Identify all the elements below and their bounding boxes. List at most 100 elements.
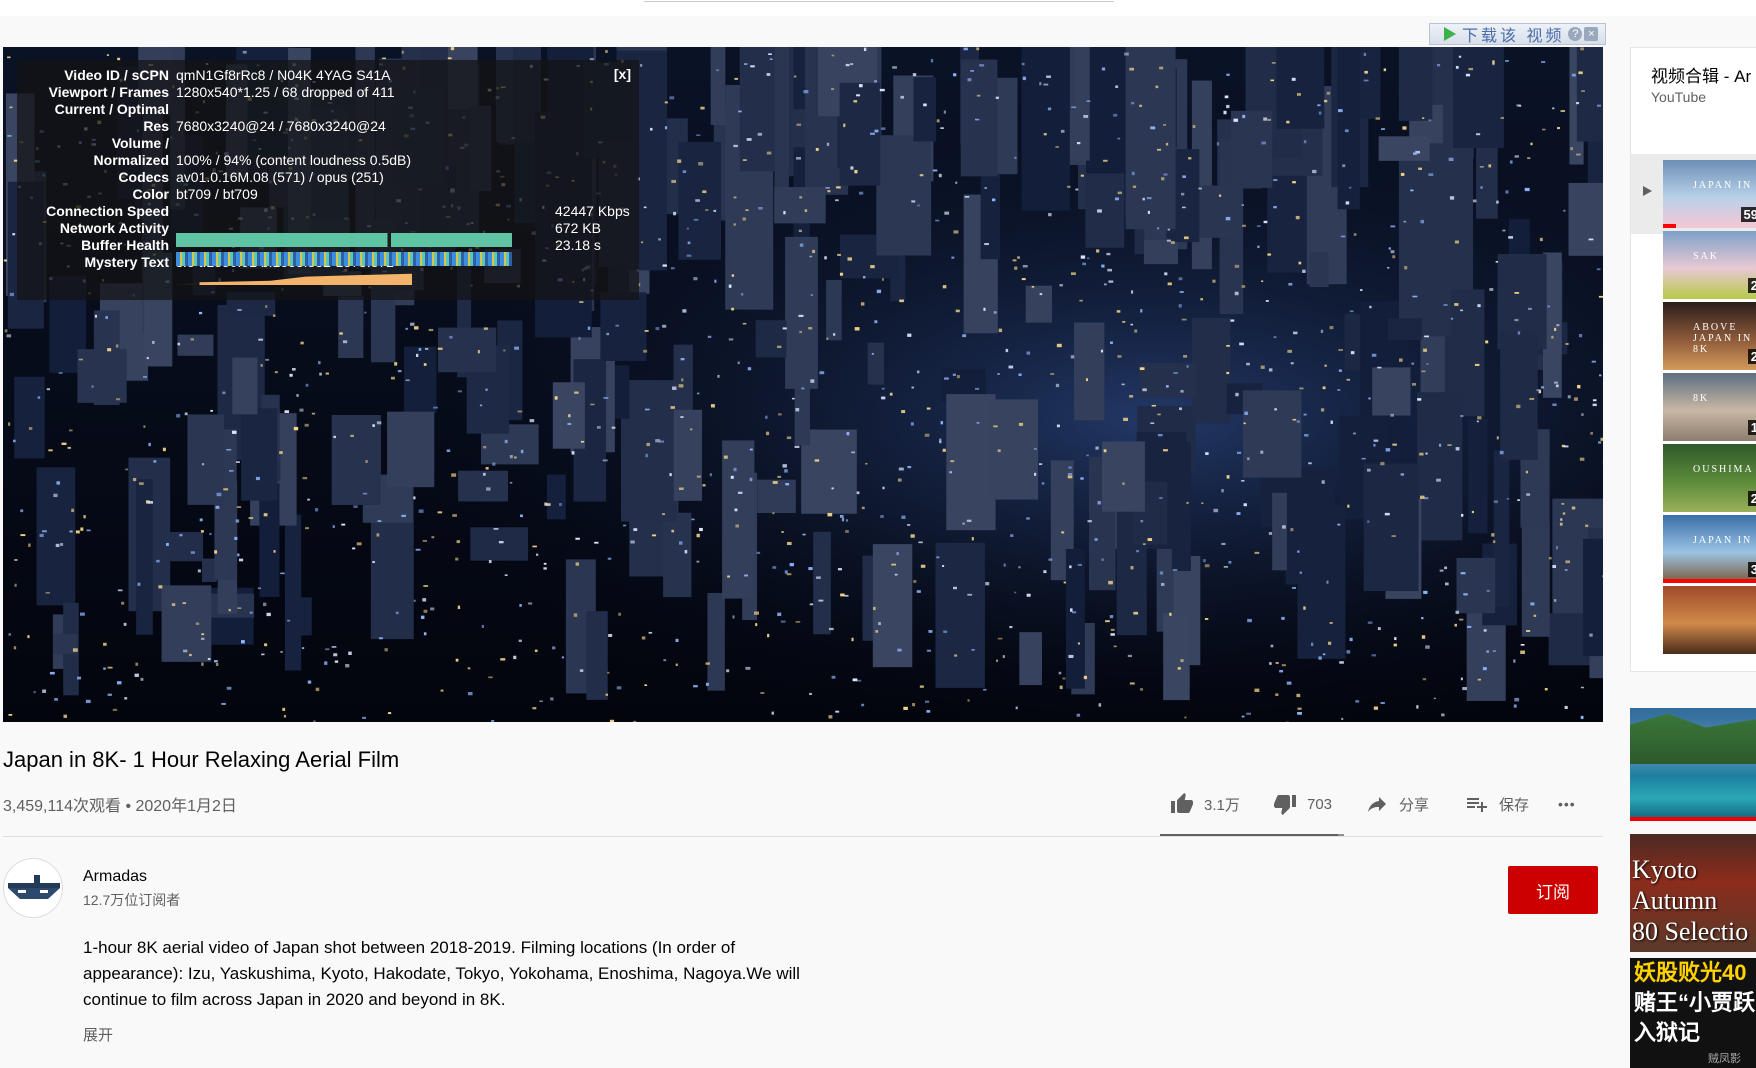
window-light — [67, 446, 71, 449]
window-light — [14, 558, 18, 561]
window-light — [319, 372, 322, 376]
window-light — [831, 675, 836, 679]
related-video-ad-thumbnail[interactable]: 妖股败光40 赌王“小贾跃 入狱记 贼凤影 — [1630, 958, 1756, 1068]
playlist-item-thumbnail[interactable]: ABOVE JAPAN IN 8K2 — [1663, 302, 1756, 370]
window-light — [911, 200, 916, 203]
window-light — [1034, 472, 1037, 476]
subscribe-button[interactable]: 订阅 — [1508, 866, 1598, 914]
save-button[interactable]: 保存 — [1465, 790, 1529, 818]
more-actions-icon[interactable]: ••• — [1558, 790, 1576, 818]
window-light — [1292, 586, 1296, 589]
search-box-edge[interactable] — [644, 0, 1114, 2]
related-video-lake-thumbnail[interactable] — [1630, 708, 1756, 821]
window-light — [1556, 324, 1560, 327]
playlist-item-thumbnail[interactable]: JAPAN IN 3 — [1663, 515, 1756, 583]
playlist-item-thumbnail[interactable]: OUSHIMA 2 — [1663, 444, 1756, 512]
playlist-item[interactable] — [1631, 580, 1756, 660]
playlist-item[interactable]: 8K 1 — [1631, 367, 1756, 447]
building-shape — [1568, 182, 1603, 256]
playlist-item-thumbnail[interactable]: SAK 2 — [1663, 231, 1756, 299]
playlist-item[interactable]: OUSHIMA 2 — [1631, 438, 1756, 518]
window-light — [964, 196, 970, 198]
window-light — [802, 533, 806, 536]
window-light — [197, 569, 201, 573]
window-light — [940, 127, 944, 129]
dislike-button[interactable]: 703 — [1273, 790, 1332, 818]
window-light — [1552, 107, 1555, 110]
window-light — [158, 585, 163, 589]
window-light — [918, 541, 923, 544]
window-light — [1046, 75, 1052, 78]
window-light — [678, 487, 684, 491]
window-light — [671, 179, 676, 183]
building-shape — [1276, 47, 1325, 129]
playlist-item[interactable]: JAPAN IN 3 — [1631, 509, 1756, 589]
window-light — [514, 346, 519, 350]
window-light — [1159, 497, 1163, 499]
channel-avatar[interactable] — [3, 858, 63, 918]
building-shape — [1272, 492, 1287, 571]
window-light — [850, 63, 854, 66]
window-light — [686, 254, 692, 257]
window-light — [995, 96, 999, 100]
related-video-kyoto-thumbnail[interactable]: Kyoto Autumn 80 Selectio — [1630, 834, 1756, 952]
help-icon[interactable]: ? — [1568, 27, 1583, 41]
window-light — [117, 681, 122, 685]
window-light — [716, 69, 720, 72]
window-light — [63, 714, 68, 718]
window-light — [1580, 47, 1584, 51]
playlist-item[interactable]: ABOVE JAPAN IN 8K2 — [1631, 296, 1756, 376]
window-light — [1068, 466, 1072, 469]
window-light — [983, 307, 986, 311]
window-light — [649, 127, 653, 131]
building-shape — [1468, 418, 1488, 534]
window-light — [1157, 433, 1163, 437]
window-light — [889, 392, 893, 396]
share-button[interactable]: 分享 — [1365, 790, 1429, 818]
building-shape — [1372, 367, 1411, 416]
window-light — [1564, 705, 1568, 710]
expand-description-button[interactable]: 展开 — [83, 1024, 113, 1045]
channel-name[interactable]: Armadas — [83, 868, 147, 886]
window-light — [976, 422, 980, 424]
window-light — [1476, 133, 1481, 136]
playlist-item-thumbnail[interactable]: JAPAN IN 59 — [1663, 160, 1756, 228]
building-shape — [872, 544, 913, 668]
like-button[interactable]: 3.1万 — [1170, 790, 1240, 818]
download-helper-bar[interactable]: 下载该 视频 ? × — [1429, 23, 1606, 45]
window-light — [1230, 319, 1235, 322]
download-video-button[interactable]: 下载该 视频 — [1462, 22, 1564, 46]
window-light — [333, 653, 338, 657]
window-light — [1096, 249, 1100, 253]
playlist-item[interactable]: JAPAN IN 59 — [1631, 154, 1756, 234]
building-shape — [1074, 322, 1105, 421]
window-light — [1079, 299, 1083, 302]
window-light — [1022, 76, 1026, 81]
window-light — [117, 589, 123, 592]
close-icon[interactable]: × — [1584, 27, 1599, 41]
window-light — [1043, 83, 1049, 86]
playlist-item-thumbnail[interactable]: 8K 1 — [1663, 373, 1756, 441]
playlist-item[interactable]: SAK 2 — [1631, 225, 1756, 305]
video-player[interactable]: [x] Video ID / sCPN qmN1Gf8rRc8 / N04K 4Y… — [3, 47, 1603, 722]
thumbnail-caption: JAPAN IN — [1693, 535, 1753, 546]
window-light — [858, 84, 863, 88]
window-light — [684, 549, 688, 554]
window-light — [1213, 508, 1219, 513]
window-light — [304, 527, 310, 530]
window-light — [1581, 90, 1585, 92]
window-light — [1565, 342, 1569, 345]
window-light — [405, 327, 409, 330]
window-light — [1268, 532, 1272, 535]
thumbnail-caption: SAK — [1693, 251, 1720, 262]
window-light — [753, 611, 759, 615]
window-light — [924, 433, 930, 437]
playlist-item-thumbnail[interactable] — [1663, 586, 1756, 654]
dislike-count: 703 — [1307, 795, 1333, 813]
window-light — [296, 394, 299, 397]
window-light — [1344, 129, 1349, 133]
window-light — [590, 403, 595, 406]
window-light — [115, 398, 121, 401]
window-light — [1581, 413, 1584, 416]
playlist-title[interactable]: 视频合辑 - Ar — [1651, 62, 1751, 87]
